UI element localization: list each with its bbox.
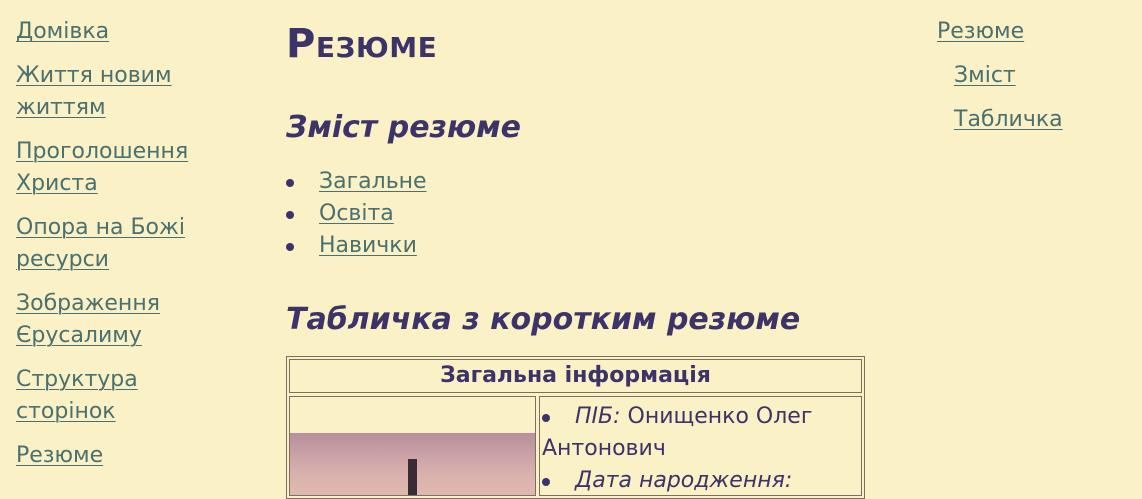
page-title: Резюме xyxy=(286,21,438,67)
info-item-name: ПІБ: Онищенко Олег Антонович xyxy=(542,401,861,465)
nav-link-home[interactable]: Домівка xyxy=(16,16,216,48)
toc-item-education: Освіта xyxy=(286,198,886,230)
nav-link-proclaiming-christ[interactable]: Проголошення Христа xyxy=(16,136,216,200)
outline-link-resume[interactable]: Резюме xyxy=(937,16,1063,48)
toc-item-general: Загальне xyxy=(286,166,886,198)
table-row: ПІБ: Онищенко Олег Антонович Дата народж… xyxy=(289,396,862,496)
toc-list: Загальне Освіта Навички xyxy=(286,166,886,262)
nav-link-resume[interactable]: Резюме xyxy=(16,440,216,472)
info-label-birthdate: Дата народження: xyxy=(575,468,793,493)
left-navigation: Домівка Життя новим життям Проголошення … xyxy=(16,16,216,484)
table-header-general-info: Загальна інформація xyxy=(289,359,862,393)
nav-link-gods-resources[interactable]: Опора на Божі ресурси xyxy=(16,212,216,276)
photo-cell xyxy=(289,396,536,496)
photo-ground xyxy=(290,495,535,496)
page-outline-navigation: Резюме Зміст Табличка xyxy=(937,16,1063,148)
info-item-birthdate: Дата народження: xyxy=(542,465,861,495)
nav-link-new-life[interactable]: Життя новим життям xyxy=(16,60,216,124)
main-content: Резюме Зміст резюме Загальне Освіта Нави… xyxy=(286,18,886,499)
toc-heading: Зміст резюме xyxy=(286,110,522,145)
toc-link-education[interactable]: Освіта xyxy=(319,201,394,226)
info-cell: ПІБ: Онищенко Олег Антонович Дата народж… xyxy=(539,396,862,496)
toc-link-skills[interactable]: Навички xyxy=(319,233,417,258)
profile-photo xyxy=(290,433,535,496)
toc-link-general[interactable]: Загальне xyxy=(319,169,427,194)
toc-item-skills: Навички xyxy=(286,230,886,262)
outline-link-table[interactable]: Табличка xyxy=(954,104,1063,136)
outline-link-contents[interactable]: Зміст xyxy=(954,60,1063,92)
nav-link-jerusalem-images[interactable]: Зображення Єрусалиму xyxy=(16,288,216,352)
info-label-name: ПІБ: xyxy=(575,404,621,429)
summary-table-heading: Табличка з коротким резюме xyxy=(286,302,801,337)
nav-link-page-structure[interactable]: Структура сторінок xyxy=(16,364,216,428)
